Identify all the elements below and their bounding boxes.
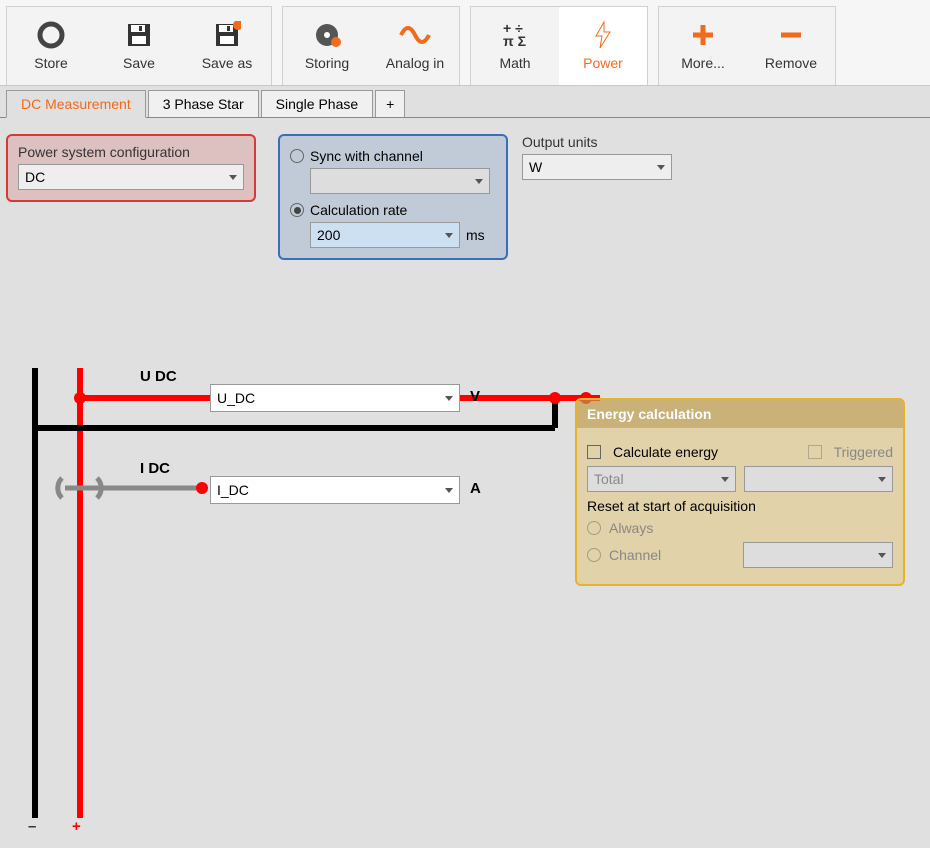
chevron-down-icon xyxy=(878,477,886,482)
analog-in-label: Analog in xyxy=(386,55,444,71)
always-label: Always xyxy=(609,520,653,536)
output-units-label: Output units xyxy=(522,134,672,150)
u-dc-label: U DC xyxy=(140,368,177,385)
u-dc-value: U_DC xyxy=(217,390,255,406)
calc-rate-value: 200 xyxy=(317,227,340,243)
output-units-dropdown[interactable]: W xyxy=(522,154,672,180)
tabs: DC Measurement 3 Phase Star Single Phase… xyxy=(0,88,930,118)
u-dc-dropdown[interactable]: U_DC xyxy=(210,384,460,412)
chevron-down-icon xyxy=(445,396,453,401)
i-dc-label: I DC xyxy=(140,460,170,477)
save-label: Save xyxy=(123,55,155,71)
remove-label: Remove xyxy=(765,55,817,71)
chevron-down-icon xyxy=(229,175,237,180)
output-units-value: W xyxy=(529,159,542,175)
canvas: Power system configuration DC Sync with … xyxy=(0,118,930,807)
sync-label: Sync with channel xyxy=(310,148,423,164)
toolbar: Store Save Save as Storing Analog in + ÷… xyxy=(0,0,930,86)
bolt-icon xyxy=(593,21,613,49)
plus-label: + xyxy=(72,818,81,835)
i-unit: A xyxy=(470,480,481,497)
power-system-value: DC xyxy=(25,169,45,185)
channel-label: Channel xyxy=(609,547,661,563)
energy-header: Energy calculation xyxy=(577,400,903,428)
sync-radio[interactable] xyxy=(290,149,304,163)
circuit-svg xyxy=(0,348,600,848)
node xyxy=(549,392,561,404)
disc-icon xyxy=(313,21,341,49)
circle-icon xyxy=(37,21,65,49)
floppy-icon xyxy=(125,21,153,49)
calc-rate-unit: ms xyxy=(466,227,485,243)
math-label: Math xyxy=(499,55,530,71)
i-dc-value: I_DC xyxy=(217,482,249,498)
storing-label: Storing xyxy=(305,55,349,71)
tab-dc-measurement[interactable]: DC Measurement xyxy=(6,90,146,118)
minus-icon xyxy=(777,21,805,49)
reset-channel-radio xyxy=(587,548,601,562)
remove-button[interactable]: Remove xyxy=(747,7,835,85)
calc-rate-radio[interactable] xyxy=(290,203,304,217)
node xyxy=(74,392,86,404)
minus-label: – xyxy=(28,818,36,835)
storing-button[interactable]: Storing xyxy=(283,7,371,85)
more-label: More... xyxy=(681,55,725,71)
analog-in-button[interactable]: Analog in xyxy=(371,7,459,85)
trigger-channel-dropdown xyxy=(744,466,893,492)
energy-type-value: Total xyxy=(594,471,624,487)
energy-type-dropdown: Total xyxy=(587,466,736,492)
tab-single-phase[interactable]: Single Phase xyxy=(261,90,374,117)
plus-icon xyxy=(689,21,717,49)
chevron-down-icon xyxy=(657,165,665,170)
floppy-edit-icon xyxy=(213,21,241,49)
calc-energy-label: Calculate energy xyxy=(613,444,718,460)
calc-energy-checkbox[interactable] xyxy=(587,445,601,459)
reset-label: Reset at start of acquisition xyxy=(587,498,893,514)
chevron-down-icon xyxy=(445,233,453,238)
svg-text:π Σ: π Σ xyxy=(503,33,526,49)
store-label: Store xyxy=(34,55,67,71)
calc-rate-label: Calculation rate xyxy=(310,202,407,218)
power-system-label: Power system configuration xyxy=(18,144,244,160)
output-units-group: Output units W xyxy=(522,134,672,180)
store-button[interactable]: Store xyxy=(7,7,95,85)
math-button[interactable]: + ÷π Σ Math xyxy=(471,7,559,85)
tab-3-phase-star[interactable]: 3 Phase Star xyxy=(148,90,259,117)
u-unit: V xyxy=(470,388,480,405)
chevron-down-icon xyxy=(721,477,729,482)
save-as-button[interactable]: Save as xyxy=(183,7,271,85)
diagram: U DC U_DC V I DC I_DC A – + xyxy=(0,348,600,848)
chevron-down-icon xyxy=(878,553,886,558)
tab-add[interactable]: + xyxy=(375,90,405,117)
wave-icon xyxy=(399,21,431,49)
calc-panel: Sync with channel Calculation rate 200 m… xyxy=(278,134,508,260)
power-label: Power xyxy=(583,55,623,71)
triggered-label: Triggered xyxy=(834,444,893,460)
save-as-label: Save as xyxy=(202,55,253,71)
chevron-down-icon xyxy=(445,488,453,493)
power-system-dropdown[interactable]: DC xyxy=(18,164,244,190)
reset-always-radio xyxy=(587,521,601,535)
math-icon: + ÷π Σ xyxy=(501,21,529,49)
power-system-panel: Power system configuration DC xyxy=(6,134,256,202)
i-dc-dropdown[interactable]: I_DC xyxy=(210,476,460,504)
more-button[interactable]: More... xyxy=(659,7,747,85)
triggered-checkbox xyxy=(808,445,822,459)
sync-channel-dropdown xyxy=(310,168,490,194)
energy-panel: Energy calculation Calculate energy Trig… xyxy=(575,398,905,586)
power-button[interactable]: Power xyxy=(559,7,647,85)
calc-rate-dropdown[interactable]: 200 xyxy=(310,222,460,248)
chevron-down-icon xyxy=(475,179,483,184)
reset-channel-dropdown xyxy=(743,542,893,568)
node xyxy=(196,482,208,494)
save-button[interactable]: Save xyxy=(95,7,183,85)
